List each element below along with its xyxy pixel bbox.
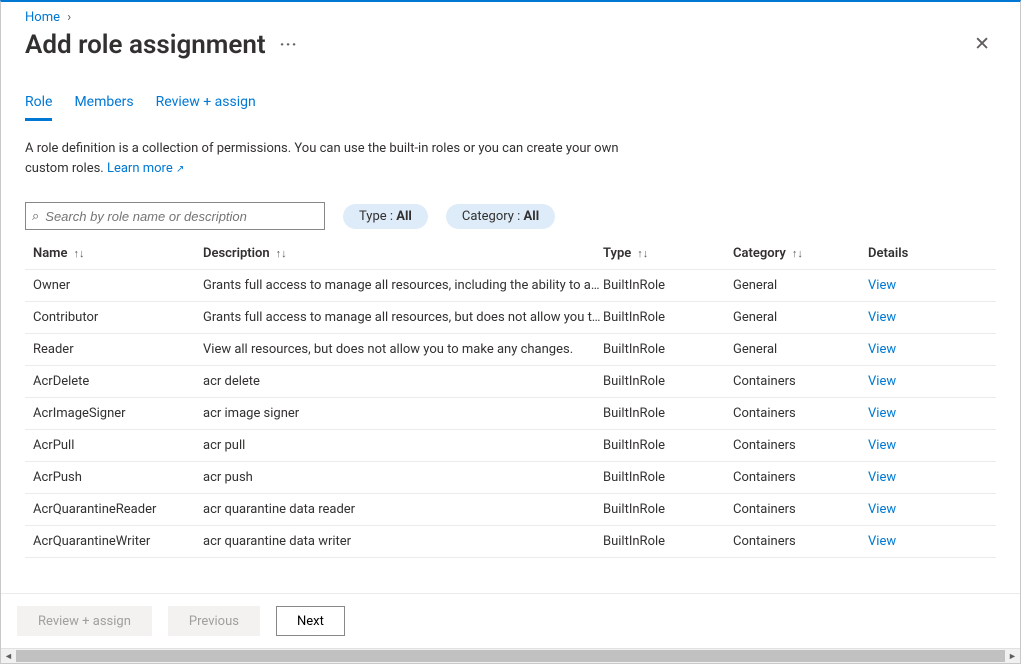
sort-icon: ↑↓ [276,247,287,260]
filter-category-pill[interactable]: Category : All [446,204,555,229]
page-description: A role definition is a collection of per… [25,139,665,178]
close-icon: ✕ [974,34,990,55]
sort-icon: ↑↓ [637,247,648,260]
column-header-type[interactable]: Type↑↓ [603,246,733,261]
view-link[interactable]: View [868,374,948,389]
tab-role[interactable]: Role [25,88,52,121]
cell-name: AcrPush [33,470,203,485]
learn-more-link[interactable]: Learn more ↗ [107,161,184,176]
cell-name: Contributor [33,310,203,325]
scroll-right-icon[interactable]: ► [1005,649,1020,663]
cell-name: AcrQuarantineWriter [33,534,203,549]
cell-name: AcrImageSigner [33,406,203,421]
close-button[interactable]: ✕ [968,29,996,60]
cell-description: acr quarantine data writer [203,534,603,549]
search-input[interactable] [45,209,318,224]
tab-members[interactable]: Members [74,88,133,121]
breadcrumb-home[interactable]: Home [25,10,60,25]
cell-description: acr push [203,470,603,485]
search-input-wrapper[interactable]: ⌕ [25,202,325,230]
cell-category: Containers [733,502,868,517]
cell-type: BuiltInRole [603,502,733,517]
table-row[interactable]: OwnerGrants full access to manage all re… [25,270,996,302]
filter-type-pill[interactable]: Type : All [343,204,428,229]
view-link[interactable]: View [868,342,948,357]
view-link[interactable]: View [868,278,948,293]
tab-bar: Role Members Review + assign [25,88,996,121]
cell-category: Containers [733,534,868,549]
view-link[interactable]: View [868,534,948,549]
filter-category-value: All [524,209,540,224]
cell-category: Containers [733,374,868,389]
page-title: Add role assignment ··· [25,30,298,60]
roles-table: Name↑↓ Description↑↓ Type↑↓ Category↑↓ D… [25,238,996,558]
column-header-name[interactable]: Name↑↓ [33,246,203,261]
sort-icon: ↑↓ [73,247,84,260]
table-row[interactable]: AcrImageSigneracr image signerBuiltInRol… [25,398,996,430]
table-row[interactable]: AcrQuarantineWriteracr quarantine data w… [25,526,996,558]
breadcrumb: Home › [1,2,1020,25]
chevron-right-icon: › [67,10,71,25]
review-assign-button: Review + assign [17,606,152,636]
table-header-row: Name↑↓ Description↑↓ Type↑↓ Category↑↓ D… [25,238,996,270]
filter-type-label: Type : [359,209,396,224]
column-header-details: Details [868,246,948,261]
search-icon: ⌕ [32,209,39,224]
cell-description: acr pull [203,438,603,453]
cell-category: General [733,342,868,357]
cell-category: Containers [733,470,868,485]
column-header-description[interactable]: Description↑↓ [203,246,603,261]
view-link[interactable]: View [868,406,948,421]
table-row[interactable]: AcrDeleteacr deleteBuiltInRoleContainers… [25,366,996,398]
cell-type: BuiltInRole [603,406,733,421]
cell-type: BuiltInRole [603,438,733,453]
cell-name: AcrQuarantineReader [33,502,203,517]
cell-description: acr quarantine data reader [203,502,603,517]
cell-category: General [733,310,868,325]
view-link[interactable]: View [868,310,948,325]
cell-name: Reader [33,342,203,357]
content-scroll-area[interactable]: Role Members Review + assign A role defi… [1,70,1020,593]
more-actions-icon[interactable]: ··· [280,35,298,55]
cell-description: acr delete [203,374,603,389]
table-row[interactable]: AcrPullacr pullBuiltInRoleContainersView [25,430,996,462]
view-link[interactable]: View [868,470,948,485]
table-row[interactable]: AcrPushacr pushBuiltInRoleContainersView [25,462,996,494]
scroll-left-icon[interactable]: ◄ [1,649,16,663]
cell-type: BuiltInRole [603,310,733,325]
tab-review-assign[interactable]: Review + assign [156,88,256,121]
cell-type: BuiltInRole [603,374,733,389]
horizontal-scrollbar[interactable]: ◄ ► [1,648,1020,663]
wizard-footer: Review + assign Previous Next [1,593,1020,648]
filter-type-value: All [396,209,412,224]
cell-description: Grants full access to manage all resourc… [203,310,603,325]
sort-icon: ↑↓ [792,247,803,260]
table-row[interactable]: ContributorGrants full access to manage … [25,302,996,334]
cell-type: BuiltInRole [603,470,733,485]
cell-category: Containers [733,438,868,453]
cell-category: General [733,278,868,293]
scroll-thumb[interactable] [16,650,1005,662]
cell-name: AcrDelete [33,374,203,389]
view-link[interactable]: View [868,502,948,517]
view-link[interactable]: View [868,438,948,453]
cell-description: View all resources, but does not allow y… [203,342,603,357]
cell-type: BuiltInRole [603,534,733,549]
filter-category-label: Category : [462,209,524,224]
cell-category: Containers [733,406,868,421]
cell-type: BuiltInRole [603,278,733,293]
table-row[interactable]: ReaderView all resources, but does not a… [25,334,996,366]
column-header-category[interactable]: Category↑↓ [733,246,868,261]
page-title-text: Add role assignment [25,30,266,60]
cell-type: BuiltInRole [603,342,733,357]
previous-button: Previous [168,606,260,636]
cell-description: acr image signer [203,406,603,421]
next-button[interactable]: Next [276,606,345,636]
cell-description: Grants full access to manage all resourc… [203,278,603,293]
cell-name: AcrPull [33,438,203,453]
external-link-icon: ↗ [176,164,184,175]
table-row[interactable]: AcrQuarantineReaderacr quarantine data r… [25,494,996,526]
cell-name: Owner [33,278,203,293]
